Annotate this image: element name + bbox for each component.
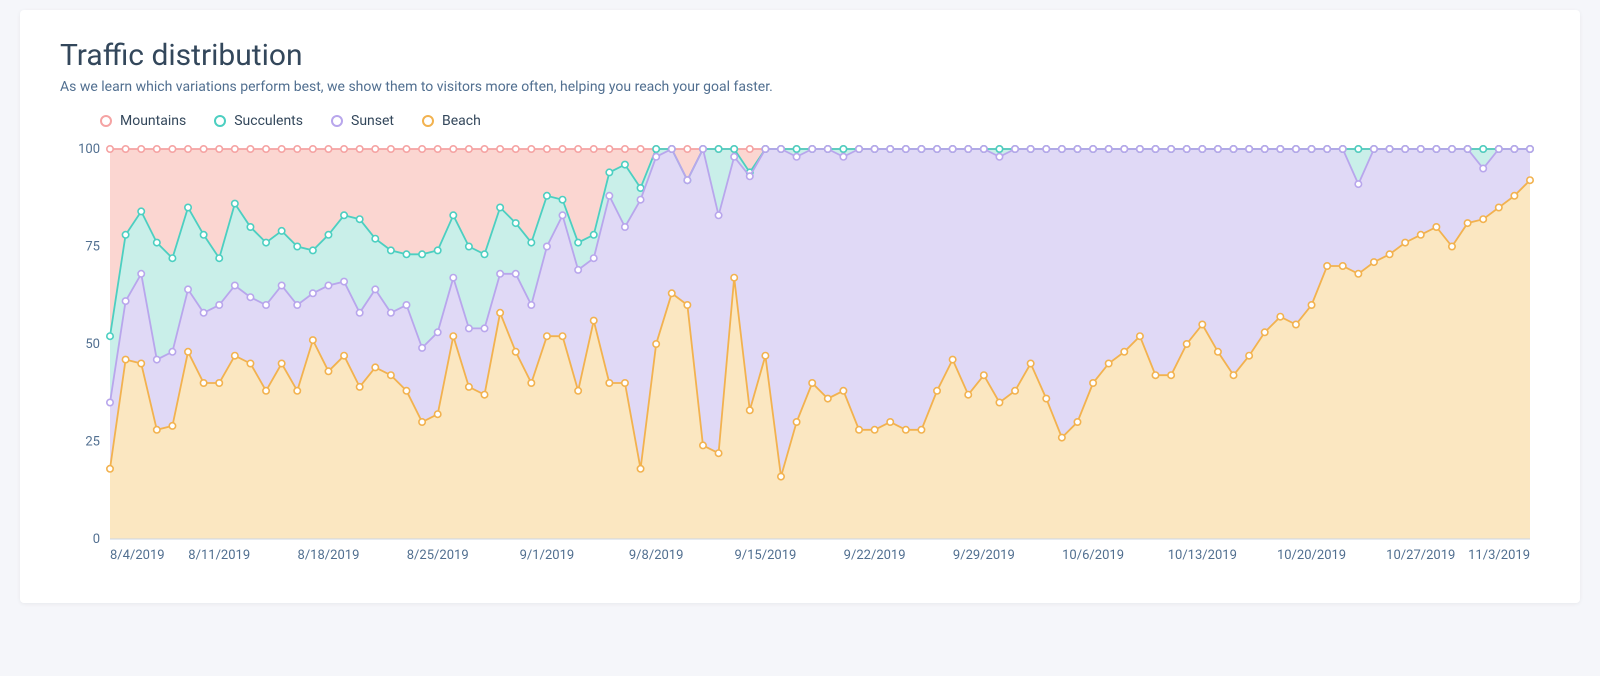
legend-item-sunset[interactable]: Sunset — [331, 113, 394, 129]
svg-text:10/27/2019: 10/27/2019 — [1386, 548, 1455, 563]
legend-item-mountains[interactable]: Mountains — [100, 113, 186, 129]
swatch-icon — [331, 115, 343, 127]
legend: Mountains Succulents Sunset Beach — [60, 113, 1540, 129]
svg-text:50: 50 — [85, 337, 100, 352]
svg-text:9/1/2019: 9/1/2019 — [520, 548, 575, 563]
svg-text:10/6/2019: 10/6/2019 — [1062, 548, 1124, 563]
traffic-distribution-chart: 0 25 50 75 100 8/4/2019 8/11/2019 8/18/2019 8/25… — [60, 139, 1540, 579]
svg-text:8/25/2019: 8/25/2019 — [407, 548, 469, 563]
chart-area: 0 25 50 75 100 8/4/2019 8/11/2019 8/18/2019 8/25… — [60, 139, 1540, 579]
svg-text:75: 75 — [85, 240, 100, 255]
legend-label: Beach — [442, 113, 481, 129]
chart-card: Traffic distribution As we learn which v… — [20, 10, 1580, 603]
svg-text:8/11/2019: 8/11/2019 — [188, 548, 250, 563]
swatch-icon — [214, 115, 226, 127]
svg-text:10/13/2019: 10/13/2019 — [1168, 548, 1237, 563]
svg-text:10/20/2019: 10/20/2019 — [1277, 548, 1346, 563]
swatch-icon — [100, 115, 112, 127]
svg-text:9/8/2019: 9/8/2019 — [629, 548, 684, 563]
svg-text:9/15/2019: 9/15/2019 — [734, 548, 796, 563]
legend-label: Sunset — [351, 113, 394, 129]
legend-label: Mountains — [120, 113, 186, 129]
page-subtitle: As we learn which variations perform bes… — [60, 79, 1540, 95]
svg-text:8/18/2019: 8/18/2019 — [298, 548, 360, 563]
legend-item-beach[interactable]: Beach — [422, 113, 481, 129]
swatch-icon — [422, 115, 434, 127]
legend-label: Succulents — [234, 113, 303, 129]
svg-text:8/4/2019: 8/4/2019 — [110, 548, 165, 563]
svg-text:11/3/2019: 11/3/2019 — [1468, 548, 1530, 563]
svg-text:9/22/2019: 9/22/2019 — [844, 548, 906, 563]
legend-item-succulents[interactable]: Succulents — [214, 113, 303, 129]
svg-text:0: 0 — [93, 532, 100, 547]
page-title: Traffic distribution — [60, 38, 1540, 73]
svg-text:9/29/2019: 9/29/2019 — [953, 548, 1015, 563]
svg-text:100: 100 — [78, 142, 100, 157]
svg-text:25: 25 — [85, 435, 100, 450]
